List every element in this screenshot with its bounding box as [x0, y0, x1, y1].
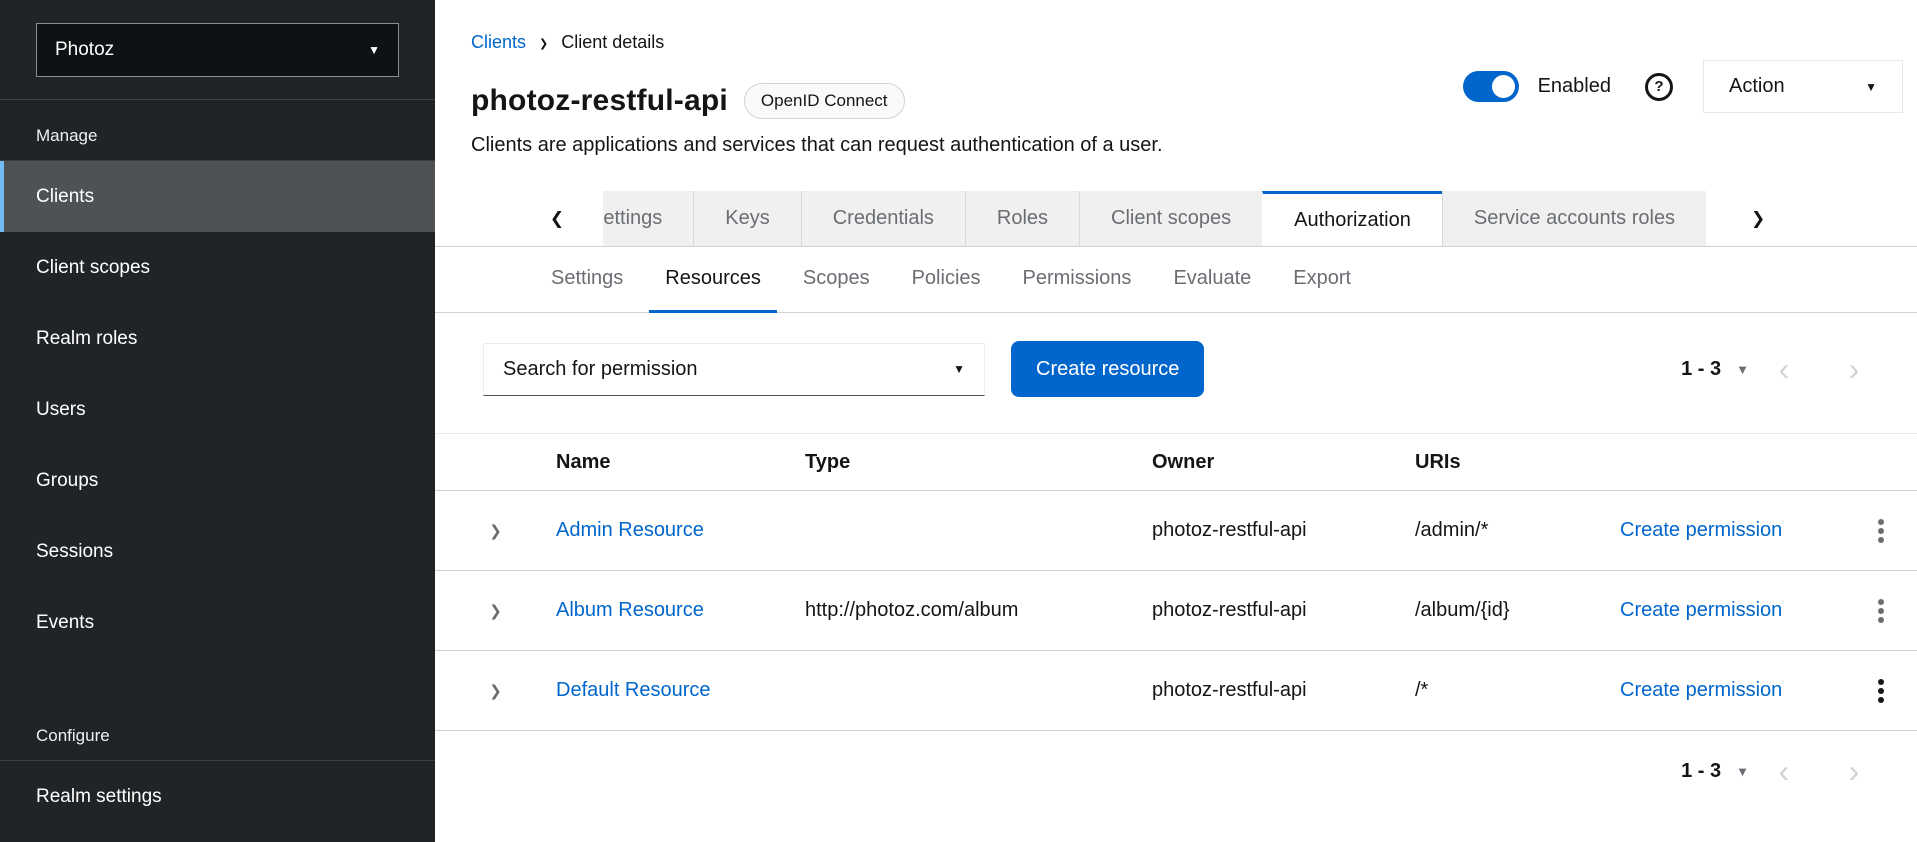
pagination-prev-button[interactable]: ‹ [1749, 353, 1819, 385]
realm-selector[interactable]: Photoz ▼ [36, 23, 399, 77]
tab-credentials[interactable]: Credentials [801, 191, 965, 246]
pagination-range-dropdown[interactable]: 1 - 3 ▼ [1681, 760, 1749, 783]
resources-toolbar: Search for permission ▼ Create resource … [435, 341, 1917, 397]
resources-table: NameTypeOwnerURIs ❯ Admin Resource photoz-r… [435, 433, 1917, 731]
subtab-scopes[interactable]: Scopes [787, 259, 886, 312]
question-circle-icon[interactable]: ? [1645, 73, 1673, 101]
cell-type: http://photoz.com/album [805, 599, 1152, 622]
cell-uris: /album/{id} [1415, 599, 1604, 622]
app-window: Photoz ▼ ManageClientsClient scopesRealm… [0, 0, 1917, 842]
enabled-toggle[interactable] [1463, 71, 1519, 102]
pagination-prev-button[interactable]: ‹ [1749, 755, 1819, 787]
tab-settings[interactable]: Settings [603, 191, 693, 246]
tabs-scroll-right-button[interactable]: ❯ [1732, 191, 1784, 246]
breadcrumb-clients[interactable]: Clients [471, 32, 526, 53]
page-title: photoz-restful-api [471, 84, 728, 118]
realm-name: Photoz [55, 39, 114, 61]
pagination-range-label: 1 - 3 [1681, 358, 1721, 381]
sidebar-item-events[interactable]: Events [0, 587, 435, 658]
table-header-row: NameTypeOwnerURIs [435, 433, 1917, 491]
cell-owner: photoz-restful-api [1152, 679, 1415, 702]
sidebar-item-realm-settings[interactable]: Realm settings [0, 761, 435, 832]
breadcrumb: Clients ❯ Client details [471, 32, 1917, 53]
create-resource-button[interactable]: Create resource [1011, 341, 1204, 397]
subtab-resources[interactable]: Resources [649, 259, 777, 312]
breadcrumb-client-details: Client details [561, 32, 664, 53]
subtab-export[interactable]: Export [1277, 259, 1367, 312]
column-header-name: Name [556, 451, 805, 474]
column-header-owner: Owner [1152, 451, 1415, 474]
page-description: Clients are applications and services th… [471, 134, 1917, 157]
chevron-down-icon: ▼ [1736, 764, 1749, 779]
kebab-menu-button[interactable] [1872, 593, 1890, 629]
tab-authorization[interactable]: Authorization [1262, 191, 1442, 246]
tab-service-accounts-roles[interactable]: Service accounts roles [1442, 191, 1706, 246]
sidebar-item-clients[interactable]: Clients [0, 161, 435, 232]
pagination-next-button[interactable]: › [1819, 755, 1889, 787]
sidebar-item-users[interactable]: Users [0, 374, 435, 445]
sidebar-nav: ManageClientsClient scopesRealm rolesUse… [0, 100, 435, 832]
search-permission-dropdown[interactable]: Search for permission ▼ [483, 343, 985, 396]
create-permission-link[interactable]: Create permission [1604, 679, 1845, 702]
column-header-uris: URIs [1415, 451, 1604, 474]
chevron-down-icon: ▼ [368, 43, 380, 57]
action-label: Action [1729, 75, 1785, 98]
cell-uris: /admin/* [1415, 519, 1604, 542]
subtab-settings[interactable]: Settings [535, 259, 639, 312]
header-controls: Enabled ? Action ▼ [1463, 60, 1903, 113]
sidebar: Photoz ▼ ManageClientsClient scopesRealm… [0, 0, 435, 842]
resource-name-link[interactable]: Admin Resource [556, 519, 805, 542]
sidebar-item-client-scopes[interactable]: Client scopes [0, 232, 435, 303]
table-row: ❯ Album Resourcehttp://photoz.com/albumph… [435, 571, 1917, 651]
realm-selector-wrap: Photoz ▼ [0, 0, 435, 100]
resource-name-link[interactable]: Default Resource [556, 679, 805, 702]
tabs-scroll-left-button[interactable]: ❮ [531, 191, 583, 246]
main-content: Clients ❯ Client details photoz-restful-ap… [435, 0, 1917, 842]
tabs: SettingsKeysCredentialsRolesClient scope… [603, 191, 1706, 246]
tab-roles[interactable]: Roles [965, 191, 1079, 246]
pagination-top: 1 - 3 ▼‹› [1681, 353, 1917, 385]
kebab-menu-button[interactable] [1872, 513, 1890, 549]
pagination-bottom: 1 - 3 ▼‹› [1681, 755, 1917, 787]
table-row: ❯ Default Resource photoz-restful-api/*Cre… [435, 651, 1917, 731]
column-header-type: Type [805, 451, 1152, 474]
row-expander-chevron-icon[interactable]: ❯ [489, 522, 502, 540]
chevron-down-icon: ▼ [1865, 80, 1877, 94]
tab-keys[interactable]: Keys [693, 191, 800, 246]
table-row: ❯ Admin Resource photoz-restful-api/admin/… [435, 491, 1917, 571]
enabled-label: Enabled [1538, 75, 1611, 98]
sidebar-section-manage: Manage [0, 100, 435, 161]
sidebar-item-groups[interactable]: Groups [0, 445, 435, 516]
sidebar-item-sessions[interactable]: Sessions [0, 516, 435, 587]
pagination-range-dropdown[interactable]: 1 - 3 ▼ [1681, 358, 1749, 381]
chevron-down-icon: ▼ [1736, 362, 1749, 377]
subtab-permissions[interactable]: Permissions [1007, 259, 1148, 312]
subtab-policies[interactable]: Policies [896, 259, 997, 312]
authorization-subtabs: SettingsResourcesScopesPoliciesPermissio… [435, 259, 1917, 313]
sidebar-section-configure: Configure [0, 700, 435, 761]
resource-name-link[interactable]: Album Resource [556, 599, 805, 622]
breadcrumb-separator-icon: ❯ [539, 37, 548, 50]
page-header: Clients ❯ Client details photoz-restful-ap… [435, 0, 1917, 157]
action-dropdown[interactable]: Action ▼ [1703, 60, 1903, 113]
pagination-range-label: 1 - 3 [1681, 760, 1721, 783]
kebab-menu-button[interactable] [1872, 673, 1890, 709]
pagination-next-button[interactable]: › [1819, 353, 1889, 385]
row-expander-chevron-icon[interactable]: ❯ [489, 682, 502, 700]
tab-bar: ❮ SettingsKeysCredentialsRolesClient sco… [435, 191, 1917, 247]
cell-owner: photoz-restful-api [1152, 519, 1415, 542]
pagination-bottom-row: 1 - 3 ▼‹› [435, 755, 1917, 787]
toggle-knob [1492, 75, 1515, 98]
create-permission-link[interactable]: Create permission [1604, 519, 1845, 542]
cell-uris: /* [1415, 679, 1604, 702]
create-permission-link[interactable]: Create permission [1604, 599, 1845, 622]
protocol-badge: OpenID Connect [744, 83, 905, 119]
subtab-evaluate[interactable]: Evaluate [1157, 259, 1267, 312]
cell-owner: photoz-restful-api [1152, 599, 1415, 622]
search-permission-label: Search for permission [503, 358, 698, 381]
tab-client-scopes[interactable]: Client scopes [1079, 191, 1262, 246]
chevron-down-icon: ▼ [953, 362, 965, 376]
sidebar-item-realm-roles[interactable]: Realm roles [0, 303, 435, 374]
row-expander-chevron-icon[interactable]: ❯ [489, 602, 502, 620]
